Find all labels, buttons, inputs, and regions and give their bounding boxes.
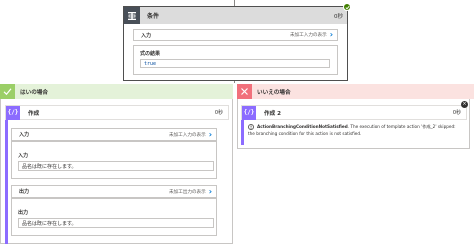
- skipped-status-icon: ×: [461, 101, 468, 108]
- yes-branch-header[interactable]: はいの場合: [0, 84, 233, 99]
- output-field-label: 出力: [18, 210, 29, 216]
- compose-icon: {/}: [6, 105, 20, 120]
- condition-icon: [124, 7, 140, 24]
- show-raw-inputs-link[interactable]: 未加工入力の表示: [290, 32, 327, 38]
- condition-down-connector: [234, 81, 235, 83]
- condition-result-section: 式の結果 true: [133, 45, 338, 75]
- compose-outputs-label: 出力: [19, 189, 30, 195]
- compose-title: 作成: [28, 110, 40, 117]
- compose-input-section: 入力 品名は既に存在します。: [11, 141, 217, 179]
- check-icon: [0, 84, 15, 99]
- condition-header[interactable]: 条件 0秒: [124, 3, 351, 24]
- condition-title: 条件: [147, 13, 160, 20]
- yes-branch-title: はいの場合: [20, 89, 48, 96]
- compose-2-title: 作成 2: [264, 110, 282, 117]
- compose-2-duration: 0秒: [452, 110, 461, 116]
- no-branch-title: いいえの場合: [257, 89, 291, 96]
- chevron-right-icon[interactable]: ›: [330, 31, 333, 39]
- close-icon: [237, 84, 252, 99]
- chevron-right-icon[interactable]: ›: [209, 130, 212, 139]
- arrow-down-icon: [231, 0, 238, 15]
- compose-output-section: 出力 品名は既に存在します。: [11, 198, 217, 236]
- show-raw-inputs-link[interactable]: 未加工入力の表示: [169, 132, 206, 138]
- show-raw-outputs-link[interactable]: 未加工出力の表示: [169, 189, 206, 195]
- result-label: 式の結果: [140, 51, 161, 57]
- compose-duration: 0秒: [214, 110, 223, 116]
- inputs-label: 入力: [141, 32, 152, 39]
- compose-icon: {/}: [242, 105, 256, 120]
- compose-outputs-row[interactable]: 出力 未加工出力の表示 ›: [11, 185, 217, 198]
- success-check-icon: [343, 3, 351, 11]
- compose-card-header[interactable]: {/} 作成 0秒: [5, 105, 229, 120]
- chevron-right-icon[interactable]: ›: [209, 187, 212, 196]
- input-field-label: 入力: [18, 153, 29, 159]
- compose-inputs-label: 入力: [19, 132, 30, 138]
- compose-inputs-row[interactable]: 入力 未加工入力の表示 ›: [11, 128, 217, 141]
- no-branch-header[interactable]: いいえの場合: [237, 84, 474, 99]
- compose-accent-bar: [5, 120, 8, 244]
- skipped-message-code: ActionBranchingConditionNotSatisfied: [257, 124, 348, 129]
- condition-duration: 0秒: [334, 13, 343, 20]
- input-value-field: 品名は既に存在します。: [18, 161, 214, 171]
- compose-2-card-header[interactable]: {/} 作成 2 0秒: [241, 105, 467, 120]
- compose-2-accent-bar: [241, 120, 244, 145]
- condition-inputs-row[interactable]: 入力 未加工入力の表示 ›: [133, 29, 338, 41]
- info-icon: !: [248, 124, 254, 130]
- skipped-message: ! ActionBranchingConditionNotSatisfied. T…: [248, 124, 460, 137]
- result-value-field: true: [140, 59, 330, 68]
- condition-card[interactable]: 条件 0秒 入力 未加工入力の表示 › 式の結果 true: [123, 3, 351, 81]
- output-value-field: 品名は既に存在します。: [18, 218, 214, 228]
